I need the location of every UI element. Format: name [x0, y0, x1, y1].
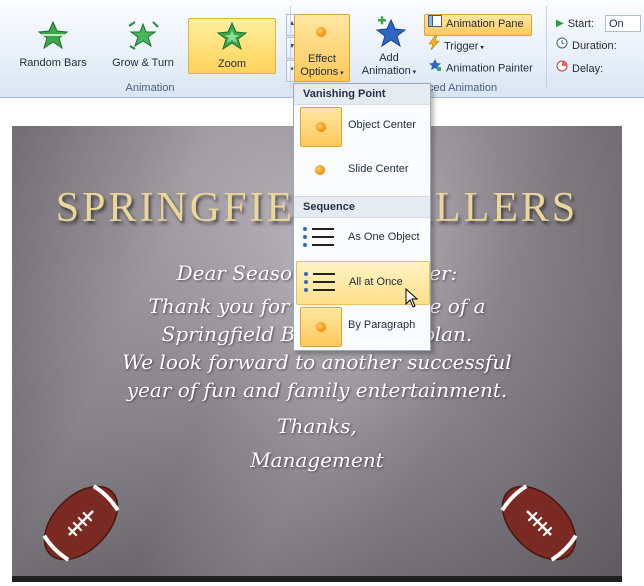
gallery-item-label: Grow & Turn [112, 57, 174, 69]
start-label: Start: [567, 18, 594, 30]
gallery-item-label: Zoom [217, 58, 247, 70]
menu-item-all-at-once[interactable]: All at Once [296, 261, 430, 308]
menu-header-vanishing-point: Vanishing Point [294, 84, 430, 105]
chevron-down-icon: ▾ [410, 69, 417, 76]
gallery-item-zoom[interactable]: Zoom [188, 18, 276, 74]
menu-item-label: Object Center [348, 119, 416, 131]
effect-options-label-2: Options [300, 66, 339, 78]
chevron-down-icon: ▾ [338, 70, 344, 77]
gallery-item-label: Random Bars [19, 57, 87, 69]
trigger-label: Trigger [444, 40, 479, 53]
as-one-object-icon [300, 219, 340, 257]
animation-pane-label: Animation Pane [446, 18, 524, 30]
object-center-icon [300, 107, 342, 147]
animation-painter-label: Animation Painter [446, 62, 533, 75]
duration-label: Duration: [572, 40, 617, 52]
group-label-animation: Animation [125, 82, 175, 94]
trigger-button[interactable]: Trigger ▾ [428, 35, 484, 57]
gallery-item-grow-turn[interactable]: Grow & Turn [100, 2, 186, 72]
zoom-star-icon [216, 21, 248, 51]
add-animation-label-2: Animation [361, 65, 411, 77]
slide-line[interactable]: Management [12, 448, 622, 472]
effect-options-button[interactable]: Effect Options ▾ [294, 14, 350, 82]
effect-options-label-1: Effect [308, 53, 336, 65]
duration-row: Duration: [556, 36, 617, 56]
slide-line[interactable]: year of fun and family entertainment. [12, 378, 622, 402]
group-separator [290, 6, 291, 88]
clock-icon [556, 36, 568, 56]
football-left-icon[interactable] [34, 476, 128, 570]
animation-pane-icon [428, 14, 442, 34]
effect-options-menu: Vanishing Point Object Center Slide Cent… [293, 83, 431, 351]
delay-clock-icon [556, 59, 568, 79]
lightning-icon [428, 35, 440, 57]
start-row: ▶ Start: [556, 14, 594, 34]
menu-item-label: Slide Center [348, 163, 409, 175]
add-animation-label-1: Add [379, 52, 399, 64]
menu-item-as-one-object[interactable]: As One Object [296, 217, 428, 259]
delay-row: Delay: [556, 59, 603, 79]
menu-item-label: As One Object [348, 231, 420, 243]
animation-gallery: Random Bars Grow & Turn Zoom ▲ ▼ ▾ [10, 2, 300, 82]
random-bars-star-icon [37, 20, 69, 50]
gallery-item-random-bars[interactable]: Random Bars [10, 2, 96, 72]
delay-label: Delay: [572, 63, 604, 75]
menu-item-by-paragraph[interactable]: By Paragraph [296, 305, 428, 347]
start-select[interactable]: On [605, 15, 641, 32]
menu-item-label: All at Once [349, 276, 403, 288]
group-label-advanced-animation: ced Animation [428, 82, 498, 94]
animation-painter-button[interactable]: Animation Painter [428, 58, 533, 78]
effect-options-dot-icon [316, 27, 326, 37]
animation-pane-row[interactable]: Animation Pane [428, 14, 524, 34]
slide-center-icon [300, 151, 340, 189]
add-animation-star-icon [375, 16, 406, 48]
chevron-down-icon: ▾ [478, 44, 484, 52]
slide-line[interactable]: Thanks, [12, 414, 622, 438]
play-icon: ▶ [556, 18, 564, 30]
all-at-once-icon [301, 264, 341, 302]
by-paragraph-icon [300, 307, 342, 347]
start-value: On [609, 18, 624, 30]
add-animation-button[interactable]: Add Animation ▾ [356, 14, 422, 80]
group-separator [546, 6, 547, 88]
menu-item-label: By Paragraph [348, 319, 416, 331]
slide-line[interactable]: We look forward to another successful [12, 350, 622, 374]
animation-painter-icon [428, 58, 442, 79]
menu-item-slide-center[interactable]: Slide Center [296, 149, 428, 191]
menu-item-object-center[interactable]: Object Center [296, 105, 428, 147]
football-right-icon[interactable] [492, 476, 586, 570]
menu-header-sequence: Sequence [294, 196, 430, 218]
grow-turn-star-icon [128, 21, 159, 50]
